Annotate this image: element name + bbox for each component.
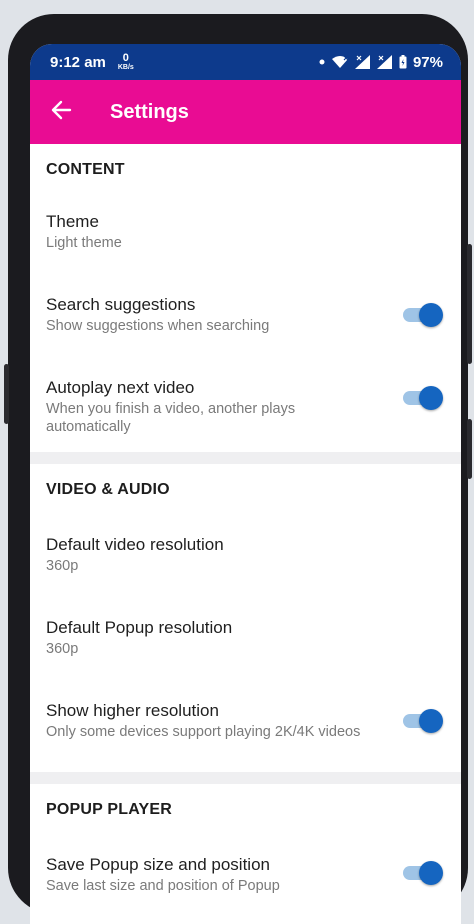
section-divider	[30, 772, 461, 784]
toggle-knob	[419, 709, 443, 733]
setting-subtitle: 360p	[46, 558, 79, 574]
setting-theme[interactable]: Theme Light theme	[30, 196, 461, 279]
setting-title: Default video resolution	[46, 535, 224, 554]
side-button	[467, 419, 472, 479]
phone-frame: 9:12 am 0 KB/s 97% Settings CONTENT Them…	[4, 14, 472, 924]
volume-button	[4, 364, 9, 424]
status-bar: 9:12 am 0 KB/s 97%	[30, 44, 461, 80]
section-title: CONTENT	[46, 161, 125, 178]
section-video-audio: VIDEO & AUDIO Default video resolution 3…	[30, 464, 461, 772]
section-title: VIDEO & AUDIO	[46, 481, 170, 498]
arrow-left-icon	[50, 99, 72, 126]
status-icons: 97%	[319, 54, 443, 71]
toggle-switch[interactable]	[403, 303, 443, 327]
toggle-knob	[419, 303, 443, 327]
signal-icon	[354, 55, 371, 69]
setting-default-popup-resolution[interactable]: Default Popup resolution 360p	[30, 599, 461, 682]
setting-subtitle: Save last size and position of Popup	[46, 878, 280, 894]
toggle-switch[interactable]	[403, 861, 443, 885]
dot-icon	[319, 59, 325, 65]
setting-title: Autoplay next video	[46, 378, 195, 397]
setting-default-video-resolution[interactable]: Default video resolution 360p	[30, 516, 461, 599]
setting-subtitle: 360p	[46, 641, 79, 657]
battery-icon	[399, 55, 407, 69]
section-divider	[30, 452, 461, 464]
toggle-knob	[419, 386, 443, 410]
power-button	[467, 244, 472, 364]
setting-subtitle: When you finish a video, another plays a…	[46, 401, 296, 435]
back-button[interactable]	[32, 80, 90, 144]
section-popup-player: POPUP PLAYER Save Popup size and positio…	[30, 784, 461, 924]
toggle-switch[interactable]	[403, 709, 443, 733]
network-speed-unit: KB/s	[117, 63, 134, 71]
toggle-switch[interactable]	[403, 386, 443, 410]
screen: 9:12 am 0 KB/s 97% Settings CONTENT Them…	[30, 44, 461, 924]
signal-icon	[376, 55, 393, 69]
setting-title: Search suggestions	[46, 295, 196, 314]
setting-subtitle: Only some devices support playing 2K/4K …	[46, 724, 361, 740]
setting-save-popup-size[interactable]: Save Popup size and position Save last s…	[30, 836, 461, 924]
setting-search-suggestions[interactable]: Search suggestions Show suggestions when…	[30, 279, 461, 362]
setting-title: Theme	[46, 212, 99, 231]
app-bar: Settings	[30, 80, 461, 144]
setting-subtitle: Show suggestions when searching	[46, 318, 270, 334]
toggle-knob	[419, 861, 443, 885]
wifi-icon	[331, 55, 349, 69]
setting-subtitle: Light theme	[46, 235, 122, 251]
network-speed: 0 KB/s	[117, 51, 134, 72]
page-title: Settings	[110, 100, 189, 123]
setting-autoplay-next-video[interactable]: Autoplay next video When you finish a vi…	[30, 362, 461, 452]
network-speed-value: 0	[122, 51, 129, 64]
setting-title: Default Popup resolution	[46, 618, 233, 637]
setting-title: Save Popup size and position	[46, 855, 270, 874]
status-time: 9:12 am	[50, 53, 106, 71]
section-content: CONTENT Theme Light theme Search suggest…	[30, 144, 461, 452]
setting-show-higher-resolution[interactable]: Show higher resolution Only some devices…	[30, 682, 461, 772]
battery-percent: 97%	[412, 53, 443, 71]
section-title: POPUP PLAYER	[46, 801, 173, 818]
setting-title: Show higher resolution	[46, 701, 219, 720]
